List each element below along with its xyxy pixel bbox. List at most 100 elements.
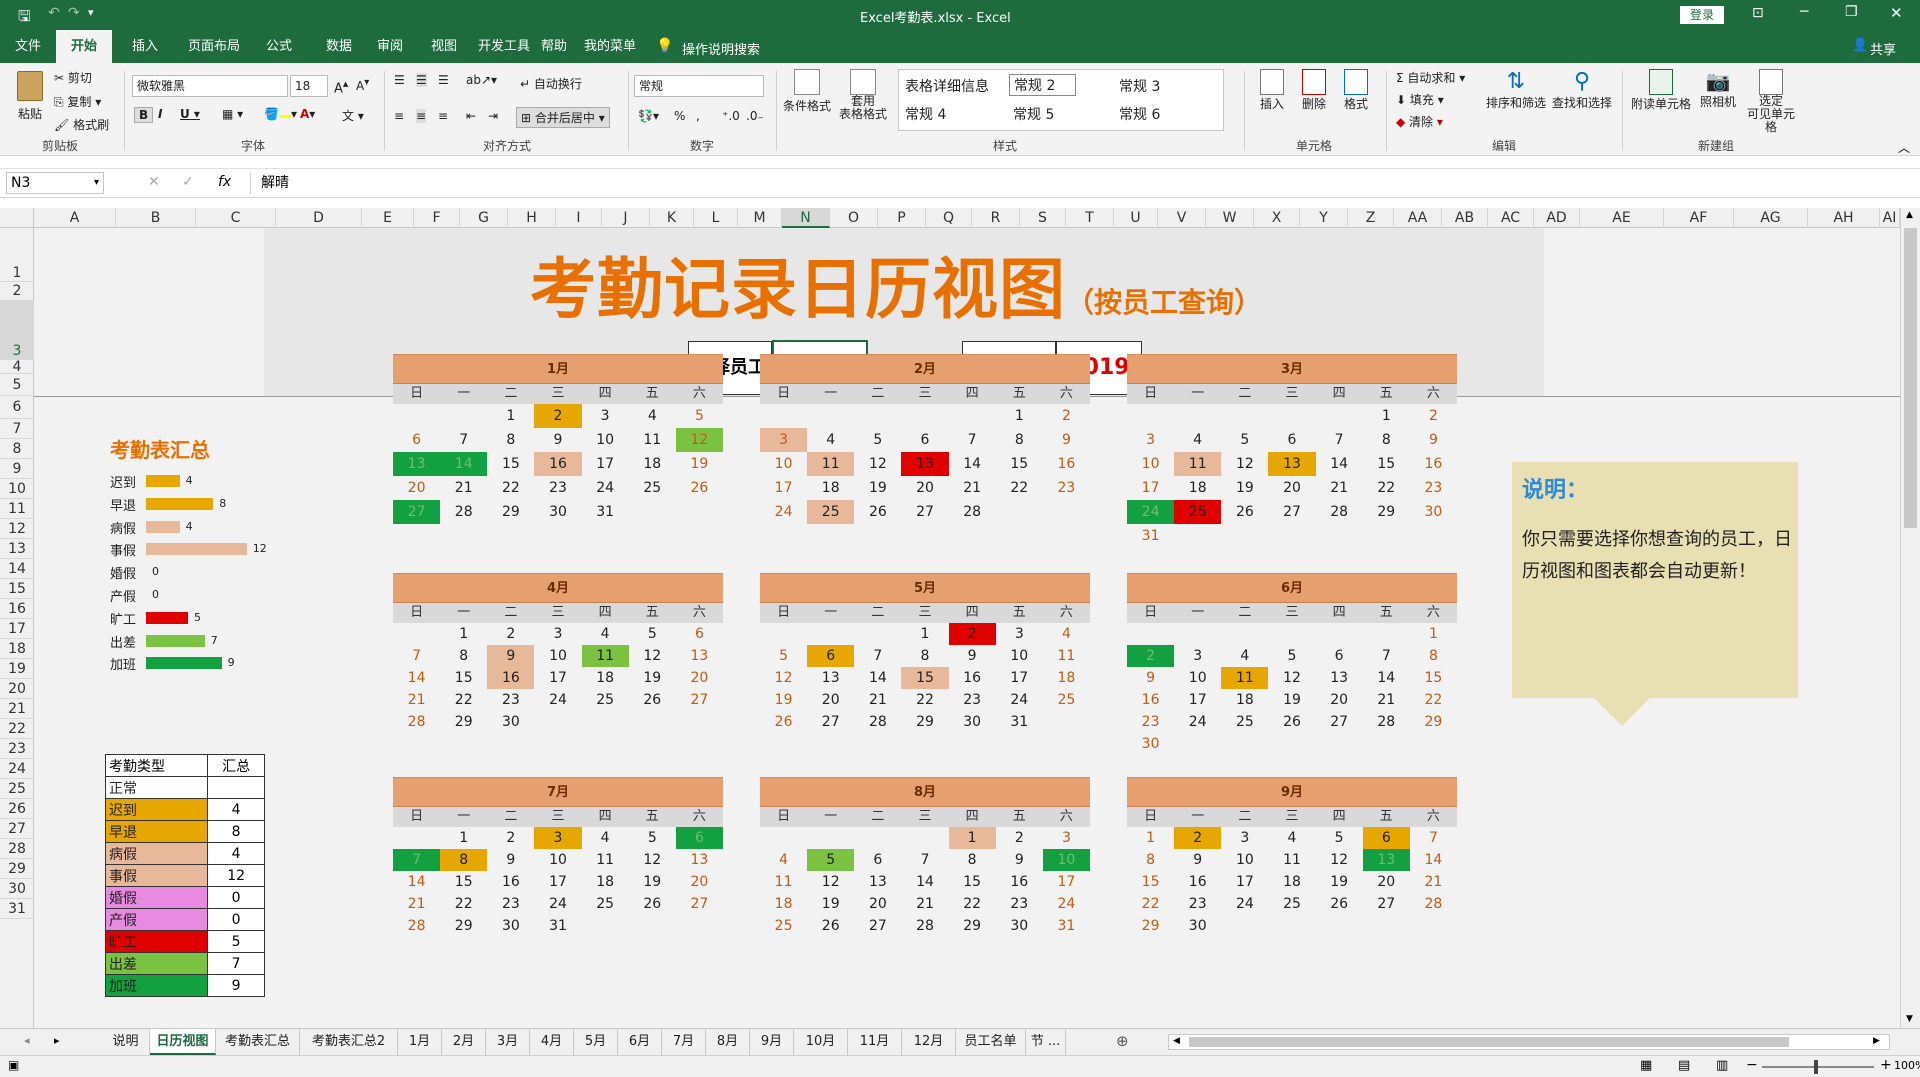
format-painter-button[interactable]: 🖌 格式刷 — [54, 116, 109, 133]
column-header[interactable]: F — [414, 208, 460, 228]
cell-styles-gallery[interactable]: 表格详细信息 常规 2 常规 3 常规 4 常规 5 常规 6 — [898, 69, 1224, 131]
calendar-day[interactable]: 2 — [1410, 404, 1457, 428]
ribbon-tab[interactable]: 页面布局 — [178, 30, 250, 63]
calendar-day[interactable]: 19 — [629, 871, 676, 893]
calendar-day[interactable]: 6 — [676, 623, 723, 645]
calendar-day[interactable]: 18 — [1268, 871, 1315, 893]
calendar-day[interactable]: 17 — [1043, 871, 1090, 893]
calendar-day[interactable]: 21 — [393, 893, 440, 915]
row-header[interactable]: 26 — [0, 799, 34, 819]
calendar-day[interactable]: 17 — [582, 452, 629, 476]
calendar-day[interactable]: 23 — [1043, 476, 1090, 500]
column-header[interactable]: AF — [1664, 208, 1734, 228]
style-normal-6[interactable]: 常规 6 — [1119, 104, 1160, 124]
calendar-day[interactable]: 28 — [440, 500, 487, 524]
column-header[interactable]: X — [1254, 208, 1300, 228]
column-header[interactable]: U — [1114, 208, 1158, 228]
calendar-day[interactable]: 24 — [582, 476, 629, 500]
calendar-day[interactable]: 25 — [807, 500, 855, 524]
calendar-day[interactable]: 29 — [487, 500, 534, 524]
decrease-font-icon[interactable]: A▾ — [356, 77, 369, 93]
ribbon-tab[interactable]: 开发工具 — [478, 30, 530, 63]
column-header[interactable]: O — [830, 208, 878, 228]
calendar-day[interactable]: 10 — [582, 428, 629, 452]
row-header[interactable]: 21 — [0, 699, 34, 719]
calendar-day[interactable]: 30 — [1410, 500, 1457, 524]
ribbon-tab[interactable]: 视图 — [410, 30, 478, 63]
redo-icon[interactable]: ↷ — [68, 5, 80, 21]
calendar-day[interactable]: 23 — [487, 893, 534, 915]
calendar-day[interactable]: 15 — [440, 667, 487, 689]
calendar-day[interactable]: 27 — [854, 915, 901, 937]
calendar-day[interactable]: 16 — [1174, 871, 1221, 893]
calendar-day[interactable]: 10 — [760, 452, 807, 476]
sort-filter-button[interactable]: ⇅ 排序和筛选 — [1484, 69, 1548, 111]
calendar-day[interactable]: 6 — [393, 428, 440, 452]
sheet-tab[interactable]: 11月 — [848, 1029, 902, 1055]
style-normal-3[interactable]: 常规 3 — [1119, 76, 1160, 96]
column-header[interactable]: AA — [1394, 208, 1442, 228]
align-left-icon[interactable]: ≡ — [394, 109, 404, 123]
calendar-day[interactable]: 31 — [534, 915, 581, 937]
calendar-day[interactable]: 1 — [1127, 827, 1174, 849]
cut-button[interactable]: ✂ 剪切 — [54, 69, 92, 86]
calendar-day[interactable]: 20 — [901, 476, 948, 500]
calendar-day[interactable]: 11 — [582, 849, 629, 871]
sheet-tab[interactable]: 3月 — [486, 1029, 530, 1055]
calendar-day[interactable]: 7 — [393, 849, 441, 871]
calendar-day[interactable]: 3 — [1221, 827, 1268, 849]
calendar-day[interactable]: 20 — [1363, 871, 1410, 893]
number-format-select[interactable]: 常规 — [634, 75, 764, 97]
calendar-day[interactable]: 1 — [1410, 623, 1457, 645]
calendar-day[interactable]: 28 — [1410, 893, 1457, 915]
calendar-day[interactable]: 17 — [1221, 871, 1268, 893]
currency-icon[interactable]: 💱▾ — [638, 109, 659, 123]
calendar-day[interactable]: 14 — [440, 452, 488, 476]
decrease-indent-icon[interactable]: ⇤ — [466, 109, 476, 123]
page-layout-view-icon[interactable]: ▤ — [1678, 1058, 1690, 1073]
calendar-day[interactable]: 2 — [487, 827, 534, 849]
calendar-day[interactable]: 4 — [1043, 623, 1090, 645]
calendar-day[interactable]: 8 — [901, 645, 948, 667]
confirm-edit-icon[interactable]: ✓ — [182, 174, 194, 190]
calendar-day[interactable]: 19 — [1316, 871, 1363, 893]
calendar-day[interactable]: 10 — [1127, 452, 1174, 476]
autosum-button[interactable]: Σ 自动求和 ▾ — [1396, 69, 1465, 86]
calendar-day[interactable]: 25 — [1221, 711, 1268, 733]
align-center-icon[interactable]: ≡ — [416, 109, 427, 123]
calendar-day[interactable]: 21 — [440, 476, 487, 500]
sheet-tab[interactable]: 6月 — [618, 1029, 662, 1055]
calendar-day[interactable]: 26 — [629, 689, 676, 711]
calendar-day[interactable]: 5 — [629, 623, 676, 645]
copy-button[interactable]: ⎘ 复制 ▾ — [54, 93, 101, 110]
column-header[interactable]: A — [34, 208, 116, 228]
calendar-day[interactable]: 6 — [1268, 428, 1315, 452]
calendar-day[interactable]: 16 — [996, 871, 1043, 893]
calendar-day[interactable]: 11 — [1174, 452, 1222, 476]
calendar-day[interactable]: 16 — [1410, 452, 1457, 476]
calendar-day[interactable]: 22 — [1363, 476, 1410, 500]
calendar-day[interactable]: 1 — [948, 827, 996, 849]
calendar-day[interactable]: 11 — [1221, 667, 1269, 689]
delete-cells-button[interactable]: 删除 — [1294, 69, 1334, 112]
calendar-day[interactable]: 8 — [949, 849, 996, 871]
align-right-icon[interactable]: ≡ — [438, 109, 448, 123]
calendar-day[interactable]: 3 — [534, 827, 582, 849]
sheet-tab[interactable]: 8月 — [706, 1029, 750, 1055]
ribbon-tab[interactable]: 帮助 — [530, 30, 578, 63]
calendar-day[interactable]: 10 — [534, 645, 581, 667]
calendar-day[interactable]: 26 — [760, 711, 807, 733]
style-normal-5[interactable]: 常规 5 — [1013, 104, 1054, 124]
calendar-day[interactable]: 8 — [1410, 645, 1457, 667]
insert-cells-button[interactable]: 插入 — [1252, 69, 1292, 112]
calendar-day[interactable]: 2 — [1174, 827, 1222, 849]
calendar-day[interactable]: 11 — [760, 871, 807, 893]
calendar-day[interactable]: 6 — [1316, 645, 1363, 667]
style-table-detail[interactable]: 表格详细信息 — [905, 76, 989, 96]
sheet-tab[interactable]: 10月 — [794, 1029, 848, 1055]
column-header[interactable]: C — [196, 208, 276, 228]
calendar-day[interactable]: 18 — [807, 476, 854, 500]
column-header[interactable]: B — [116, 208, 196, 228]
zoom-out-icon[interactable]: − — [1746, 1057, 1758, 1073]
calendar-day[interactable]: 5 — [1221, 428, 1268, 452]
